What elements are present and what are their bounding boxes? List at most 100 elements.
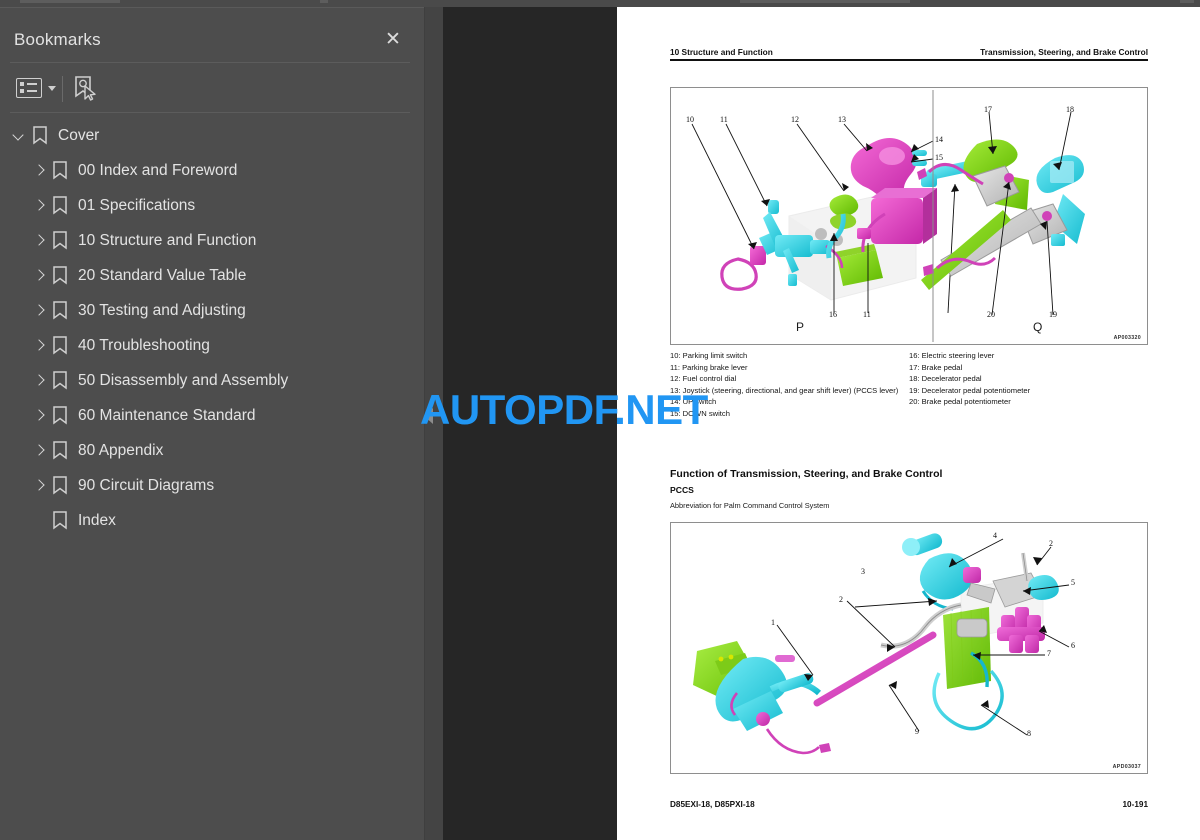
bookmark-label: 80 Appendix bbox=[78, 441, 164, 459]
legend-item: 13: Joystick (steering, directional, and… bbox=[670, 385, 899, 395]
figure-code-top: AP003320 bbox=[1113, 335, 1141, 341]
figure-code-bottom: APD03037 bbox=[1112, 764, 1141, 770]
close-icon[interactable]: ✕ bbox=[382, 30, 404, 52]
header-topic: Transmission, Steering, and Brake Contro… bbox=[980, 47, 1148, 57]
callout-6: 6 bbox=[1071, 641, 1075, 650]
page-footer: D85EXI-18, D85PXI-18 10-191 bbox=[670, 800, 1148, 809]
bookmark-icon bbox=[52, 301, 68, 320]
subsection-heading: PCCS bbox=[670, 485, 694, 495]
bookmark-icon bbox=[52, 161, 68, 180]
bookmark-icon bbox=[52, 371, 68, 390]
callout-19: 19 bbox=[1049, 310, 1057, 319]
chevron-down-icon bbox=[48, 85, 56, 91]
page-header: 10 Structure and Function Transmission, … bbox=[670, 47, 1148, 61]
bookmark-label: 60 Maintenance Standard bbox=[78, 406, 256, 424]
bookmark-tree: Cover 00 Index and Foreword 01 Specificati… bbox=[0, 118, 424, 538]
bookmark-item[interactable]: 90 Circuit Diagrams bbox=[0, 468, 424, 503]
chevron-right-icon[interactable] bbox=[30, 302, 48, 320]
bookmark-label: 10 Structure and Function bbox=[78, 231, 257, 249]
legend-item: 19: Decelerator pedal potentiometer bbox=[909, 385, 1031, 395]
bookmark-icon bbox=[52, 441, 68, 460]
legend-item: 11: Parking brake lever bbox=[670, 362, 748, 372]
callout-7: 7 bbox=[1047, 649, 1051, 658]
callout-14: 14 bbox=[935, 135, 943, 144]
bookmark-label: 30 Testing and Adjusting bbox=[78, 301, 246, 319]
footer-model: D85EXI-18, D85PXI-18 bbox=[670, 800, 755, 809]
bookmark-item[interactable]: 10 Structure and Function bbox=[0, 223, 424, 258]
callout-8: 8 bbox=[1027, 729, 1031, 738]
bookmark-icon bbox=[32, 126, 48, 145]
header-section: 10 Structure and Function bbox=[670, 47, 773, 57]
bookmark-icon bbox=[52, 406, 68, 425]
bookmark-label: Index bbox=[78, 511, 116, 529]
legend-item: 15: DOWN switch bbox=[670, 408, 730, 418]
chevron-right-icon[interactable] bbox=[30, 407, 48, 425]
callout-16: 16 bbox=[829, 310, 837, 319]
pdf-reader-window: Bookmarks ✕ Cover 00 Index and Foreword … bbox=[0, 0, 1200, 840]
callout-13: 13 bbox=[838, 115, 846, 124]
view-label-q: Q bbox=[1033, 320, 1043, 334]
bookmark-item[interactable]: 01 Specifications bbox=[0, 188, 424, 223]
collapse-panel-handle[interactable] bbox=[424, 408, 433, 424]
chevron-down-icon[interactable] bbox=[10, 127, 28, 145]
subsection-note: Abbreviation for Palm Command Control Sy… bbox=[670, 501, 830, 510]
callout-17: 17 bbox=[984, 105, 992, 114]
figure-bottom-graphic bbox=[693, 533, 1070, 755]
bookmark-item[interactable]: 60 Maintenance Standard bbox=[0, 398, 424, 433]
bookmark-item[interactable]: 80 Appendix bbox=[0, 433, 424, 468]
callout-3: 3 bbox=[861, 567, 865, 576]
list-options-icon bbox=[16, 78, 42, 98]
bookmark-label: 20 Standard Value Table bbox=[78, 266, 247, 284]
section-heading: Function of Transmission, Steering, and … bbox=[670, 468, 943, 480]
bookmark-item[interactable]: 20 Standard Value Table bbox=[0, 258, 424, 293]
callout-12: 12 bbox=[791, 115, 799, 124]
new-bookmark-button[interactable] bbox=[73, 75, 97, 101]
toolbar-divider bbox=[62, 76, 63, 102]
pdf-page: 10 Structure and Function Transmission, … bbox=[617, 7, 1200, 840]
chevron-right-icon[interactable] bbox=[30, 477, 48, 495]
legend-column-right: 16: Electric steering lever 17: Brake ped… bbox=[909, 350, 1148, 419]
figure-top-graphic bbox=[691, 90, 1085, 342]
legend-item: 16: Electric steering lever bbox=[909, 351, 995, 360]
footer-page-number: 10-191 bbox=[1122, 800, 1149, 809]
figure-legend: 10: Parking limit switch 11: Parking brak… bbox=[670, 350, 1148, 419]
callout-1: 1 bbox=[771, 618, 775, 627]
divider bbox=[10, 62, 410, 63]
bookmark-item[interactable]: 50 Disassembly and Assembly bbox=[0, 363, 424, 398]
bookmark-icon bbox=[52, 511, 68, 530]
bookmark-label: 00 Index and Foreword bbox=[78, 161, 238, 179]
chevron-right-icon[interactable] bbox=[30, 197, 48, 215]
chevron-right-icon[interactable] bbox=[30, 162, 48, 180]
callout-9: 9 bbox=[915, 727, 919, 736]
bookmark-item[interactable]: 00 Index and Foreword bbox=[0, 153, 424, 188]
bookmark-item[interactable]: 30 Testing and Adjusting bbox=[0, 293, 424, 328]
bookmark-label: 50 Disassembly and Assembly bbox=[78, 371, 289, 389]
bookmark-item[interactable]: Cover bbox=[0, 118, 424, 153]
chevron-right-icon[interactable] bbox=[30, 267, 48, 285]
bookmarks-panel-header: Bookmarks ✕ bbox=[0, 8, 424, 60]
bookmark-icon bbox=[52, 231, 68, 250]
legend-item: 14: UP switch bbox=[670, 397, 717, 406]
callout-20: 20 bbox=[987, 310, 995, 319]
list-options-button[interactable] bbox=[16, 78, 56, 98]
chevron-right-icon[interactable] bbox=[30, 232, 48, 250]
chevron-right-icon[interactable] bbox=[30, 442, 48, 460]
legend-item: 12: Fuel control dial bbox=[670, 374, 737, 383]
callout-18: 18 bbox=[1066, 105, 1074, 114]
bookmark-label: 40 Troubleshooting bbox=[78, 336, 210, 354]
bookmark-item[interactable]: 40 Troubleshooting bbox=[0, 328, 424, 363]
figure-bottom: 1 2 2 3 4 5 6 7 8 9 APD03037 bbox=[670, 522, 1148, 774]
callout-5: 5 bbox=[1071, 578, 1075, 587]
bookmark-icon bbox=[52, 476, 68, 495]
bookmarks-toolbar bbox=[0, 66, 424, 112]
chevron-right-icon[interactable] bbox=[30, 337, 48, 355]
bookmark-label: 90 Circuit Diagrams bbox=[78, 476, 215, 494]
legend-item: 18: Decelerator pedal bbox=[909, 374, 982, 383]
chevron-right-icon[interactable] bbox=[30, 372, 48, 390]
bookmarks-panel: Bookmarks ✕ Cover 00 Index and Foreword … bbox=[0, 7, 424, 840]
bookmark-label: Cover bbox=[58, 126, 100, 144]
bookmark-item[interactable]: Index bbox=[0, 503, 424, 538]
application-toolbar[interactable] bbox=[0, 0, 1200, 7]
callout-2a: 2 bbox=[839, 595, 843, 604]
